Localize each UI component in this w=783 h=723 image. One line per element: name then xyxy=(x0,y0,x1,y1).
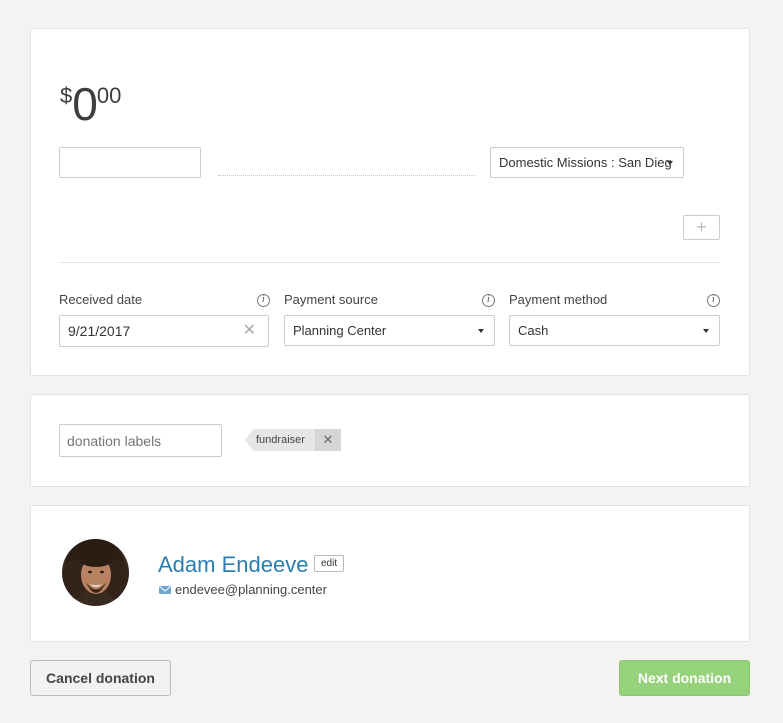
info-icon[interactable]: i xyxy=(482,294,495,307)
donation-labels-input[interactable] xyxy=(59,424,222,457)
amount-currency: $ xyxy=(60,83,73,108)
received-date-input[interactable]: 9/21/2017 ✕ xyxy=(59,315,269,347)
plus-icon: + xyxy=(696,217,707,237)
fund-amount-input[interactable] xyxy=(59,147,201,178)
caret-down-icon xyxy=(667,161,673,165)
info-icon[interactable]: i xyxy=(257,294,270,307)
next-donation-button[interactable]: Next donation xyxy=(619,660,750,696)
edit-donor-button[interactable]: edit xyxy=(314,555,345,572)
received-date-label: Received date xyxy=(59,292,143,307)
donation-amount-card: $000 Domestic Missions : San Dieg + Rece… xyxy=(30,28,750,376)
payment-source-select[interactable]: Planning Center xyxy=(284,315,495,346)
payment-source-label: Payment source xyxy=(284,292,378,307)
label-tag-text: fundraiser xyxy=(253,429,315,451)
payment-method-label: Payment method xyxy=(509,292,608,307)
payment-method-value: Cash xyxy=(518,323,549,338)
donor-card: Adam Endeeve edit endevee@planning.cente… xyxy=(30,505,750,642)
divider xyxy=(59,262,720,263)
fund-select-value: Domestic Missions : San Dieg xyxy=(499,155,672,170)
cancel-donation-button[interactable]: Cancel donation xyxy=(30,660,171,696)
donation-labels-card: fundraiser ✕ xyxy=(30,394,750,487)
dotted-leader xyxy=(218,175,476,176)
fund-select[interactable]: Domestic Missions : San Dieg xyxy=(490,147,684,178)
amount-whole: 0 xyxy=(72,78,98,130)
tag-arrow xyxy=(245,429,253,451)
clear-icon[interactable]: ✕ xyxy=(243,322,256,340)
caret-down-icon xyxy=(478,329,484,333)
received-date-value: 9/21/2017 xyxy=(68,323,131,339)
payment-method-select[interactable]: Cash xyxy=(509,315,720,346)
info-icon[interactable]: i xyxy=(707,294,720,307)
avatar xyxy=(62,539,129,606)
caret-down-icon xyxy=(703,329,709,333)
mail-icon xyxy=(159,585,171,594)
donor-email: endevee@planning.center xyxy=(175,582,327,597)
label-tag: fundraiser ✕ xyxy=(245,429,341,451)
payment-source-value: Planning Center xyxy=(293,323,387,338)
add-fund-button[interactable]: + xyxy=(683,215,720,240)
donor-name-link[interactable]: Adam Endeeve xyxy=(158,552,308,578)
total-amount: $000 xyxy=(60,81,121,127)
donor-email-row: endevee@planning.center xyxy=(158,582,327,597)
remove-tag-icon[interactable]: ✕ xyxy=(314,429,341,451)
amount-cents: 00 xyxy=(96,83,122,108)
